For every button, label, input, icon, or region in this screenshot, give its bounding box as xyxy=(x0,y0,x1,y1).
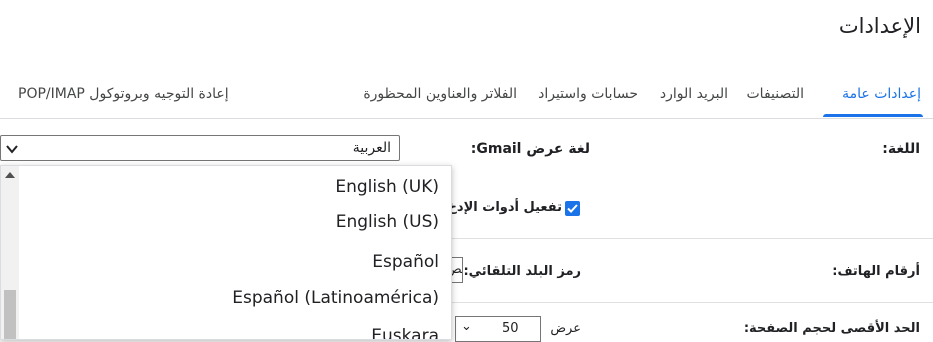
page-title: الإعدادات xyxy=(838,14,921,38)
dropdown-option[interactable]: English (US) xyxy=(336,212,439,232)
page-size-show-label: عرض xyxy=(550,321,581,336)
chevron-down-icon: ⌄ xyxy=(461,319,472,334)
page-size-value: 50 xyxy=(502,321,519,336)
page-size-row-label: الحد الأقصى لحجم الصفحة: xyxy=(743,321,920,336)
dropdown-option[interactable]: English (UK) xyxy=(335,177,439,197)
scroll-up-icon[interactable] xyxy=(5,172,15,178)
phone-row-label: أرقام الهاتف: xyxy=(832,264,920,279)
dropdown-option[interactable]: Euskara xyxy=(371,326,439,339)
tab-forwarding-pop-imap[interactable]: إعادة التوجيه وبروتوكول POP/IMAP xyxy=(18,86,229,102)
selected-language: العربية xyxy=(352,140,391,156)
default-country-code-label: رمز البلد التلقائي: xyxy=(463,264,581,279)
display-language-select[interactable]: العربية xyxy=(0,135,400,161)
tab-labels[interactable]: التصنيفات xyxy=(747,86,805,102)
check-icon xyxy=(567,204,578,213)
enable-input-tools-label: تفعيل أدوات الإدخ xyxy=(447,200,562,215)
enable-input-tools-checkbox[interactable] xyxy=(565,201,580,216)
dropdown-option[interactable]: Español xyxy=(372,252,439,272)
row-divider xyxy=(452,238,933,239)
display-language-label: لغة عرض Gmail: xyxy=(470,141,590,157)
tab-general[interactable]: إعدادات عامة xyxy=(842,86,921,102)
active-tab-indicator xyxy=(823,114,923,117)
language-dropdown-list[interactable]: English (UK) English (US) Español Españo… xyxy=(0,165,452,340)
dropdown-scrollbar[interactable] xyxy=(1,166,19,339)
tab-accounts-import[interactable]: حسابات واستيراد xyxy=(538,86,638,102)
chevron-down-icon xyxy=(6,145,18,154)
row-divider xyxy=(452,302,933,303)
tab-inbox[interactable]: البريد الوارد xyxy=(660,86,728,102)
page-size-select[interactable]: ⌄ 50 xyxy=(455,316,541,342)
scrollbar-thumb[interactable] xyxy=(4,290,16,339)
language-row-label: اللغة: xyxy=(882,141,920,157)
dropdown-option[interactable]: Español (Latinoamérica) xyxy=(232,288,439,308)
settings-tabs: إعدادات عامة التصنيفات البريد الوارد حسا… xyxy=(0,84,933,119)
tab-filters-blocked[interactable]: الفلاتر والعناوين المحظورة xyxy=(363,86,517,102)
